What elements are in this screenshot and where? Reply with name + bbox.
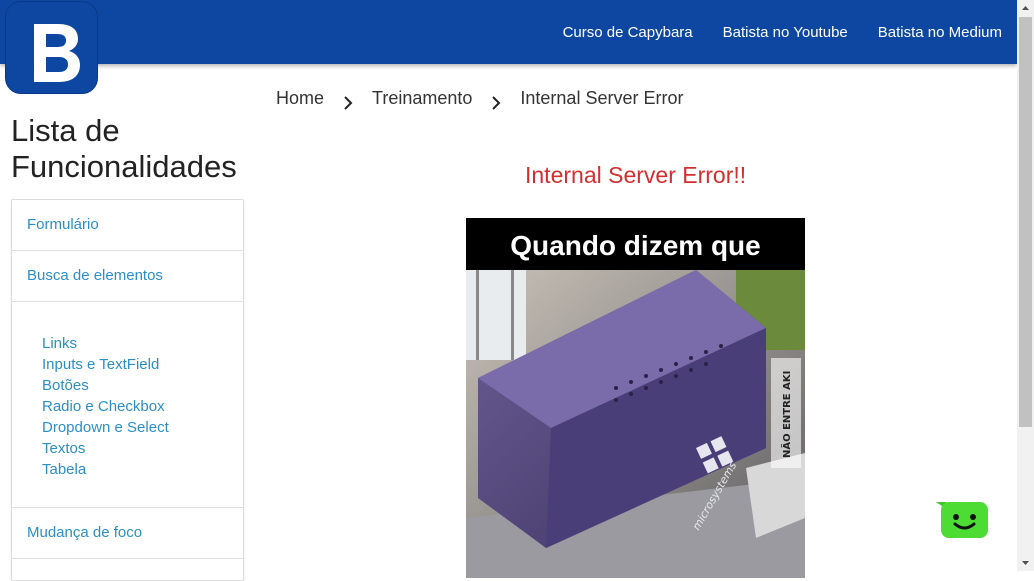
logo-b-icon <box>34 24 80 82</box>
sub-item-links[interactable]: Links <box>42 333 169 354</box>
meme-watermark: NÃO ENTRE AKI <box>780 371 793 458</box>
breadcrumb-treinamento[interactable]: Treinamento <box>372 88 472 109</box>
scroll-down-arrow-icon[interactable] <box>1017 554 1034 571</box>
sidebar-item-mudanca-de-foco[interactable]: Mudança de foco <box>12 508 243 559</box>
chevron-right-icon <box>324 88 372 110</box>
sidebar-item-busca-de-elementos[interactable]: Busca de elementos <box>12 251 243 302</box>
page-scrollbar[interactable] <box>1017 0 1034 571</box>
chevron-right-icon <box>472 88 520 110</box>
sub-item-radio-checkbox[interactable]: Radio e Checkbox <box>42 396 169 417</box>
breadcrumb-home[interactable]: Home <box>276 88 324 109</box>
breadcrumb-current: Internal Server Error <box>520 88 684 108</box>
sidebar-title: Lista de Funcionalidades <box>11 113 237 184</box>
error-meme-image: Quando dizem que microsystems NÃO ENTRE … <box>466 218 805 578</box>
sub-item-inputs[interactable]: Inputs e TextField <box>42 354 169 375</box>
navbar: Curso de Capybara Batista no Youtube Bat… <box>0 0 1017 64</box>
scroll-up-arrow-icon[interactable] <box>1017 0 1034 17</box>
sub-item-tabela[interactable]: Tabela <box>42 459 169 480</box>
breadcrumb: Home Treinamento Internal Server Error <box>276 88 684 110</box>
nav-link-youtube[interactable]: Batista no Youtube <box>723 24 848 41</box>
nav-link-capybara[interactable]: Curso de Capybara <box>563 24 693 41</box>
chat-smiley-icon <box>936 502 988 538</box>
scrollbar-thumb[interactable] <box>1019 17 1032 427</box>
sub-item-dropdown-select[interactable]: Dropdown e Select <box>42 417 169 438</box>
sidebar-submenu: Links Inputs e TextField Botões Radio e … <box>42 333 169 480</box>
nav-links: Curso de Capybara Batista no Youtube Bat… <box>533 0 1002 64</box>
sidebar-menu: Formulário Busca de elementos Links Inpu… <box>11 199 244 581</box>
logo[interactable] <box>5 1 98 94</box>
sub-item-textos[interactable]: Textos <box>42 438 169 459</box>
chat-widget-button[interactable] <box>936 500 988 540</box>
sub-item-botoes[interactable]: Botões <box>42 375 169 396</box>
error-title: Internal Server Error!! <box>525 162 747 188</box>
fallen-server-illustration: microsystems NÃO ENTRE AKI <box>466 270 805 578</box>
sidebar-item-formulario[interactable]: Formulário <box>12 200 243 251</box>
nav-link-medium[interactable]: Batista no Medium <box>878 24 1002 41</box>
